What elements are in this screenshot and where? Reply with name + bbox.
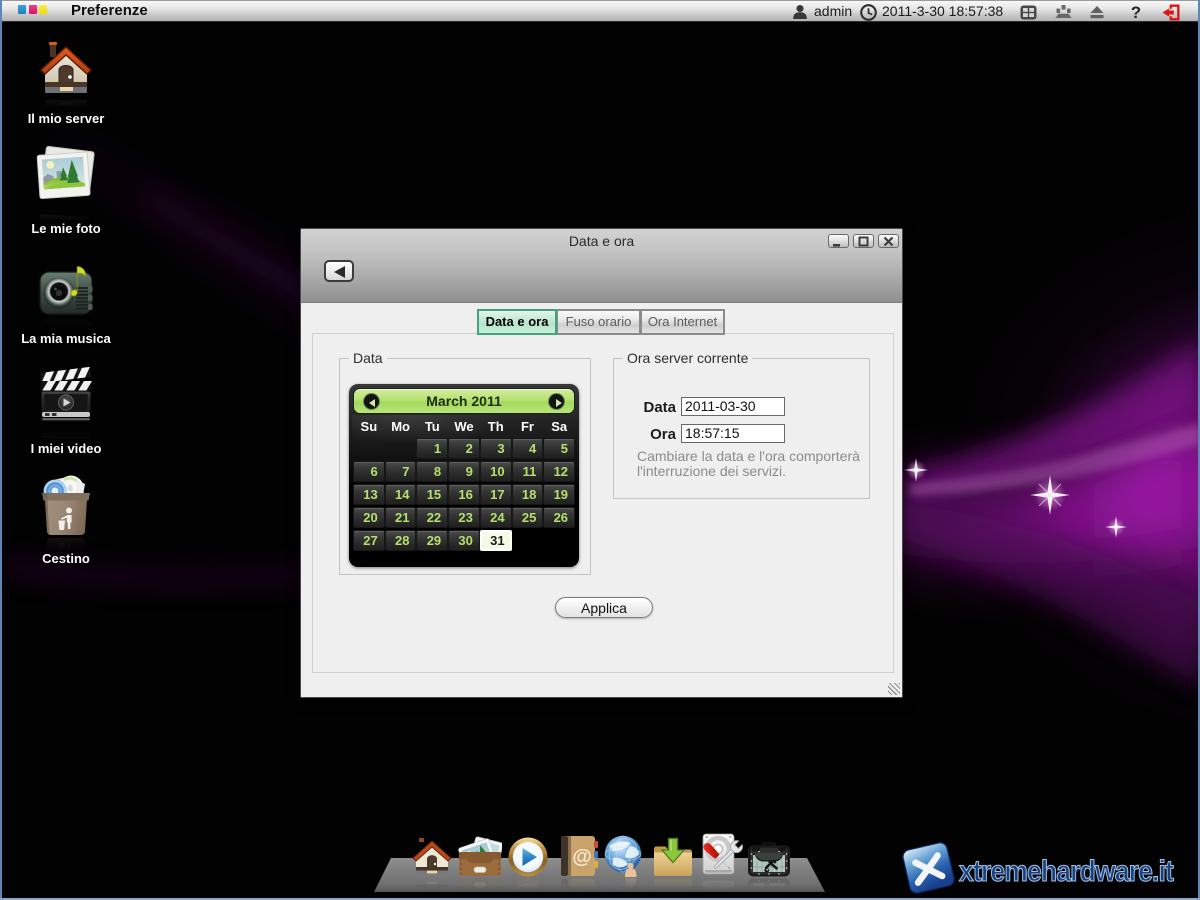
svg-text:?: ? <box>1131 3 1141 22</box>
svg-text:xtremehardware.it: xtremehardware.it <box>959 855 1174 888</box>
svg-text:@: @ <box>572 846 592 868</box>
